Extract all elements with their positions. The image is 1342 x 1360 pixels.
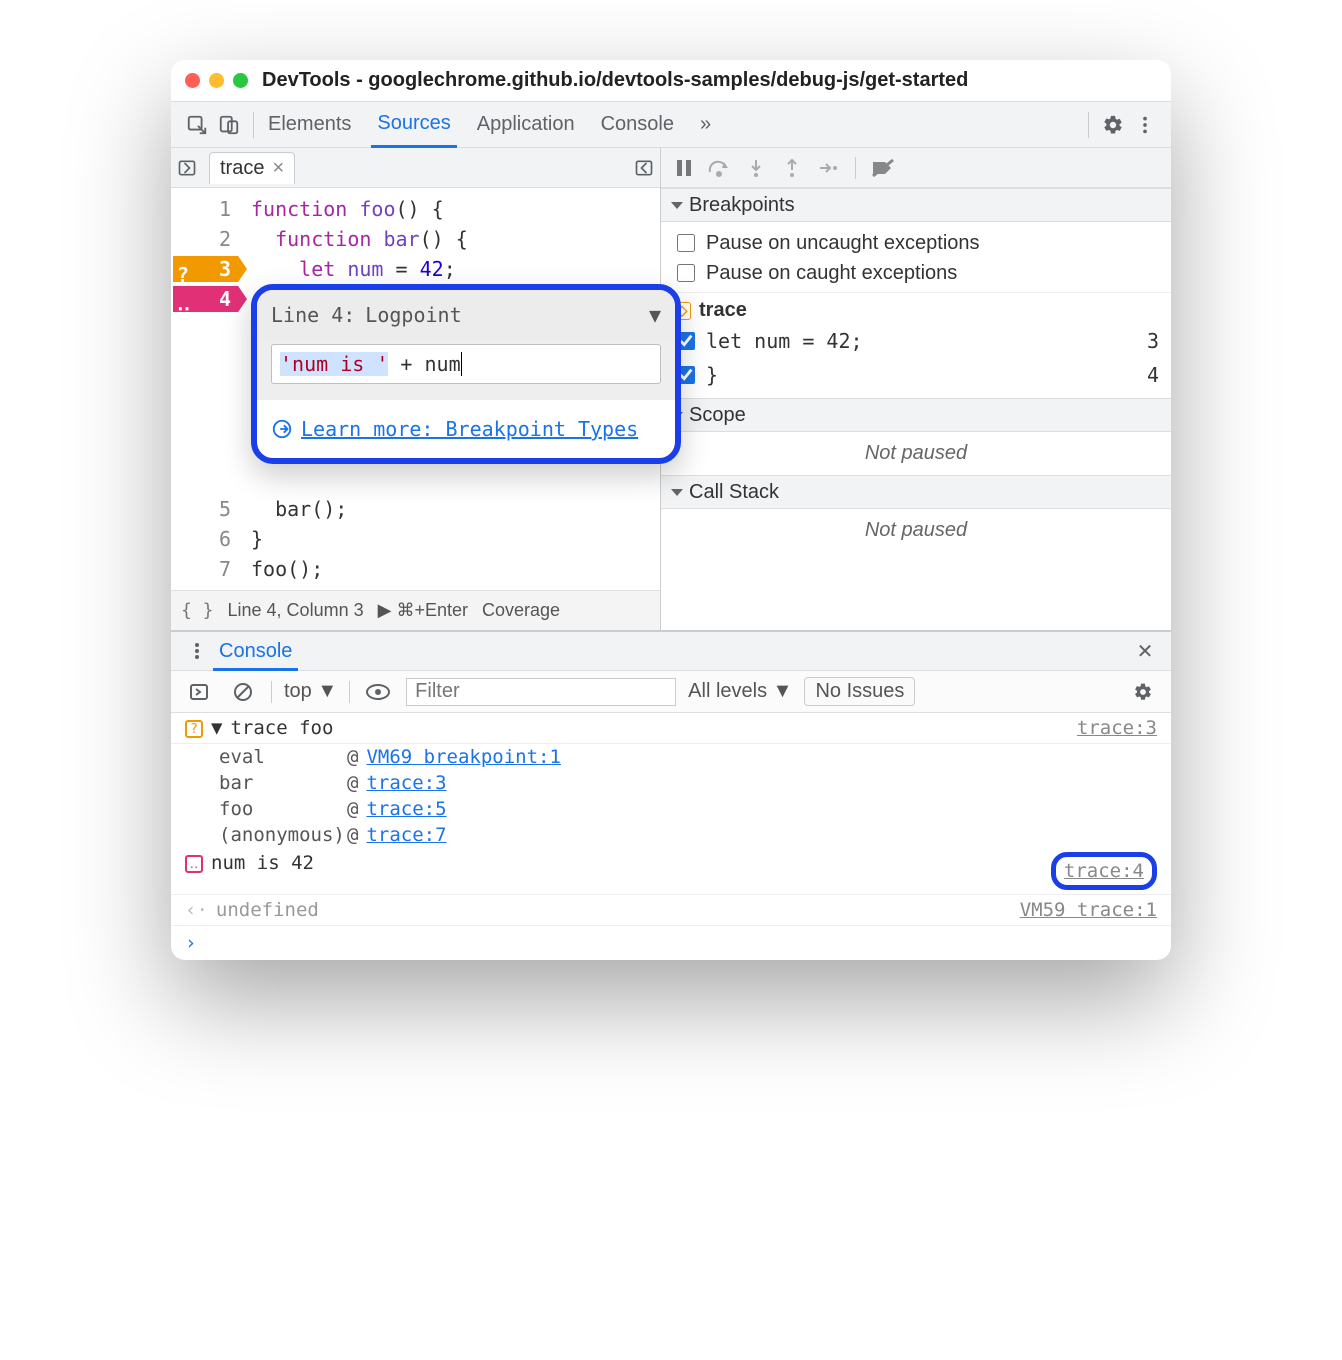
devtools-window: DevTools - googlechrome.github.io/devtoo…	[171, 60, 1171, 960]
conditional-badge-icon: ?	[185, 720, 203, 738]
section-breakpoints[interactable]: Breakpoints	[661, 188, 1171, 222]
popover-line-label: Line 4:	[271, 300, 355, 330]
drawer-tabbar: Console ✕	[171, 631, 1171, 671]
debugger-toolbar	[661, 148, 1171, 188]
section-callstack[interactable]: Call Stack	[661, 475, 1171, 509]
deactivate-breakpoints-icon[interactable]	[870, 155, 896, 181]
gear-icon[interactable]	[1097, 109, 1129, 141]
console-toolbar: top ▼ Filter All levels ▼ No Issues	[171, 671, 1171, 713]
console-sidebar-icon[interactable]	[183, 676, 215, 708]
tab-sources[interactable]: Sources	[371, 102, 456, 148]
highlight-annotation: trace:4	[1051, 852, 1157, 890]
step-out-icon[interactable]	[779, 155, 805, 181]
file-tab-trace[interactable]: trace ×	[209, 152, 295, 184]
callstack-not-paused: Not paused	[661, 509, 1171, 552]
breakpoint-marker-conditional[interactable]: ?3	[173, 256, 247, 282]
window-minimize-icon[interactable]	[209, 73, 224, 88]
coverage-label[interactable]: Coverage	[482, 600, 560, 621]
more-icon[interactable]	[181, 635, 213, 667]
console-row[interactable]: ? ▼ trace foo trace:3	[171, 713, 1171, 744]
pause-caught-checkbox[interactable]: Pause on caught exceptions	[673, 258, 1159, 288]
tab-overflow[interactable]: »	[694, 102, 717, 148]
pause-icon[interactable]	[671, 155, 697, 181]
close-icon[interactable]: ✕	[1129, 635, 1161, 667]
live-expression-icon[interactable]	[362, 676, 394, 708]
console-output: ? ▼ trace foo trace:3 eval@VM69 breakpoi…	[171, 713, 1171, 960]
scope-not-paused: Not paused	[661, 432, 1171, 475]
editor-status-bar: { } Line 4, Column 3 ▶ ⌘+Enter Coverage	[171, 590, 660, 630]
logpoint-expression-input[interactable]: 'num is ' + num	[271, 344, 661, 384]
disclosure-icon[interactable]: ▼	[211, 717, 222, 739]
step-into-icon[interactable]	[743, 155, 769, 181]
gutter[interactable]: 1 2 ?3 ‥4 5 6 7	[171, 188, 241, 590]
levels-select[interactable]: All levels ▼	[688, 680, 792, 703]
breakpoint-file[interactable]: ◇trace	[673, 297, 1159, 324]
navigator-toggle-icon[interactable]	[171, 152, 203, 184]
titlebar: DevTools - googlechrome.github.io/devtoo…	[171, 60, 1171, 102]
stack-frame[interactable]: (anonymous)@trace:7	[219, 822, 1171, 848]
file-tab-label: trace	[220, 157, 264, 180]
context-select[interactable]: top ▼	[284, 680, 337, 703]
info-icon	[271, 418, 293, 440]
window-close-icon[interactable]	[185, 73, 200, 88]
stack-frame[interactable]: bar@trace:3	[219, 770, 1171, 796]
code-editor[interactable]: 1 2 ?3 ‥4 5 6 7 function foo() { functio…	[171, 188, 660, 590]
console-row[interactable]: ‥ num is 42 trace:4	[171, 848, 1171, 895]
drawer-tab-console[interactable]: Console	[213, 632, 298, 671]
chevron-down-icon	[671, 202, 683, 209]
source-link[interactable]: VM59 trace:1	[1020, 899, 1157, 921]
run-hint: ▶ ⌘+Enter	[378, 600, 468, 621]
source-link[interactable]: trace:3	[1077, 717, 1157, 739]
stack-trace: eval@VM69 breakpoint:1 bar@trace:3 foo@t…	[171, 744, 1171, 848]
window-title: DevTools - googlechrome.github.io/devtoo…	[248, 69, 1157, 92]
section-scope[interactable]: Scope	[661, 398, 1171, 432]
stack-frame[interactable]: foo@trace:5	[219, 796, 1171, 822]
tab-elements[interactable]: Elements	[262, 102, 357, 148]
top-toolbar: Elements Sources Application Console »	[171, 102, 1171, 148]
logpoint-badge-icon: ‥	[185, 855, 203, 873]
cursor-position: Line 4, Column 3	[228, 600, 364, 621]
chevron-down-icon: ▼	[649, 300, 661, 330]
stack-frame[interactable]: eval@VM69 breakpoint:1	[219, 744, 1171, 770]
console-prompt[interactable]: ›	[171, 926, 1171, 960]
gear-icon[interactable]	[1127, 676, 1159, 708]
source-link[interactable]: trace:4	[1064, 860, 1144, 882]
breakpoint-editor-popover: Line 4: Logpoint ▼ 'num is ' + num	[251, 284, 681, 464]
clear-console-icon[interactable]	[227, 676, 259, 708]
breakpoint-item[interactable]: } 4	[673, 358, 1159, 392]
more-icon[interactable]	[1129, 109, 1161, 141]
breakpoint-marker-logpoint[interactable]: ‥4	[173, 286, 247, 312]
chevron-down-icon	[671, 489, 683, 496]
learn-more-link[interactable]: Learn more: Breakpoint Types	[301, 414, 638, 444]
issues-button[interactable]: No Issues	[804, 677, 915, 706]
breakpoint-item[interactable]: let num = 42; 3	[673, 324, 1159, 358]
pause-uncaught-checkbox[interactable]: Pause on uncaught exceptions	[673, 228, 1159, 258]
filter-input[interactable]: Filter	[406, 678, 676, 706]
window-zoom-icon[interactable]	[233, 73, 248, 88]
step-icon[interactable]	[815, 155, 841, 181]
device-toolbar-icon[interactable]	[213, 109, 245, 141]
console-row[interactable]: ‹·undefined VM59 trace:1	[171, 895, 1171, 926]
close-icon[interactable]: ×	[272, 157, 284, 180]
file-tabs: trace ×	[171, 148, 660, 188]
tab-console[interactable]: Console	[595, 102, 680, 148]
inspect-icon[interactable]	[181, 109, 213, 141]
step-over-icon[interactable]	[707, 155, 733, 181]
more-tabs-icon[interactable]	[628, 152, 660, 184]
tab-application[interactable]: Application	[471, 102, 581, 148]
breakpoint-type-select[interactable]: Logpoint ▼	[365, 300, 661, 330]
pretty-print-icon[interactable]: { }	[181, 600, 214, 621]
